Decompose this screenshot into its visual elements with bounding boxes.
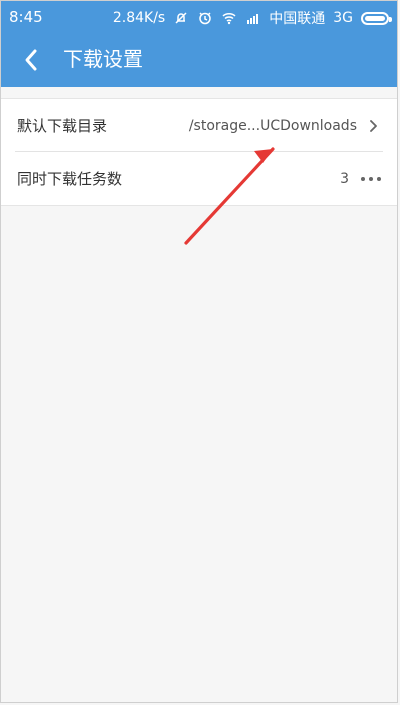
wifi-icon [221, 10, 237, 26]
battery-level [365, 15, 385, 21]
battery-icon [361, 11, 392, 25]
settings-divider [15, 151, 383, 152]
silent-icon [173, 10, 189, 26]
signal-icon [245, 10, 261, 26]
default-download-directory-row[interactable]: 默认下载目录 /storage...UCDownloads [1, 99, 397, 152]
status-time: 8:45 [9, 8, 43, 26]
concurrent-download-tasks-row[interactable]: 同时下载任务数 3 [1, 152, 397, 205]
screen-frame: 8:45 2.84K/s 中国联通 3G 下载设置 默认下载目录 /storag… [0, 0, 398, 703]
status-bar: 8:45 2.84K/s 中国联通 3G [1, 1, 397, 35]
more-dot [361, 176, 365, 181]
app-bar: 下载设置 [1, 35, 397, 87]
back-button[interactable] [11, 40, 51, 80]
chevron-right-icon [367, 119, 381, 133]
default-download-directory-label: 默认下载目录 [17, 117, 108, 135]
default-download-directory-value: /storage...UCDownloads [188, 117, 357, 134]
more-dot [369, 176, 373, 181]
more-icon [361, 176, 381, 181]
network-speed: 2.84K/s [112, 10, 166, 26]
carrier-name: 中国联通 [269, 11, 326, 27]
page-title: 下载设置 [63, 47, 143, 71]
alarm-icon [197, 10, 213, 26]
concurrent-download-tasks-value: 3 [340, 170, 349, 187]
status-right-group: 2.84K/s 中国联通 3G [112, 8, 392, 28]
settings-list: 默认下载目录 /storage...UCDownloads 同时下载任务数 3 [1, 98, 397, 206]
more-dot [377, 176, 381, 181]
network-type: 3G [333, 10, 353, 26]
concurrent-download-tasks-label: 同时下载任务数 [17, 170, 123, 188]
back-icon [25, 49, 37, 71]
